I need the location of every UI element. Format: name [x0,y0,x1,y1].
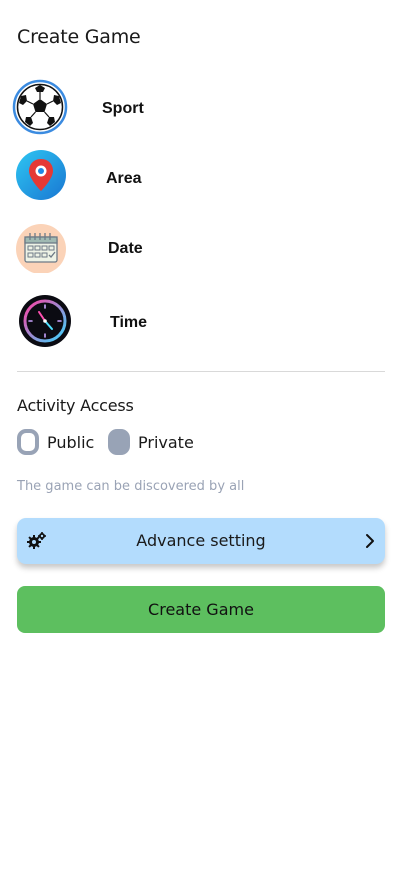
radio-public[interactable]: Public [17,428,94,456]
option-time[interactable]: Time [12,293,390,353]
activity-access-title: Activity Access [17,396,134,415]
option-area-label: Area [106,170,142,187]
option-date[interactable]: Date [12,219,390,279]
calendar-icon [15,219,71,275]
page-title: Create Game [17,26,141,48]
access-hint: The game can be discovered by all [17,479,245,494]
option-time-label: Time [110,314,148,331]
radio-public-label: Public [47,432,95,452]
radio-private-indicator[interactable] [108,429,130,455]
option-sport-label: Sport [102,100,144,117]
option-date-label: Date [108,240,143,257]
map-pin-icon [15,149,71,205]
advance-setting-button[interactable]: Advance setting [17,518,385,564]
radio-private[interactable]: Private [108,428,194,456]
radio-private-label: Private [138,432,194,452]
option-area[interactable]: Area [12,149,390,209]
chevron-right-icon [365,533,375,549]
option-sport[interactable]: Sport [12,79,390,139]
clock-icon [17,293,73,349]
soccer-ball-icon [12,79,68,135]
divider [17,371,385,372]
create-game-button[interactable]: Create Game [17,586,385,633]
advance-setting-label: Advance setting [136,531,266,550]
radio-public-indicator[interactable] [17,429,39,455]
